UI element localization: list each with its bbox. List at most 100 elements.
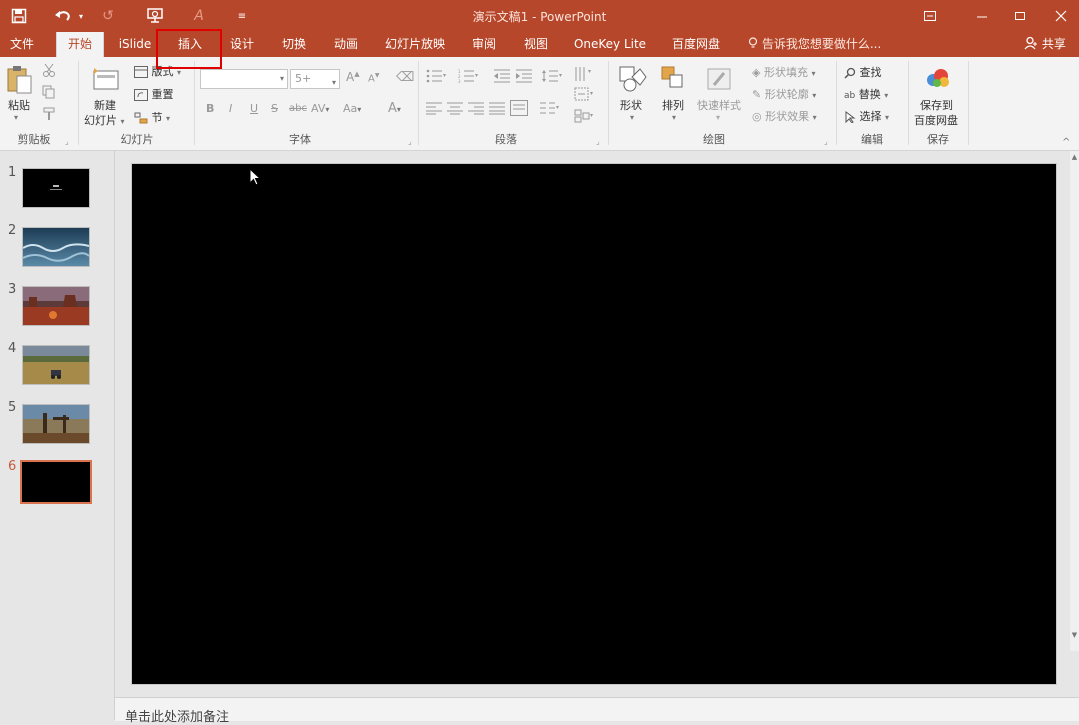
tab-islide[interactable]: iSlide [110, 32, 160, 57]
shape-outline-button[interactable]: ✎ 形状轮廓 ▾ [752, 86, 816, 102]
numbering-icon[interactable]: 1 2 3 ▾ [458, 69, 480, 83]
select-button[interactable]: 选择 ▾ [844, 108, 889, 124]
shape-fill-button[interactable]: ◈ 形状填充 ▾ [752, 64, 815, 80]
columns-icon[interactable]: ▾ [540, 101, 562, 115]
replace-dropdown-icon: ▾ [884, 91, 889, 100]
paste-icon[interactable] [6, 65, 34, 94]
align-left-icon[interactable] [426, 101, 442, 115]
clipboard-launcher-icon[interactable]: ⌟ [65, 137, 69, 146]
new-slide-label-2[interactable]: 幻灯片 ▾ [84, 112, 125, 128]
align-center-icon[interactable] [447, 101, 463, 115]
collapse-ribbon-icon[interactable]: ^ [1062, 137, 1070, 148]
cloud-save-icon[interactable] [924, 65, 952, 93]
tell-me-search[interactable]: 告诉我您想要做什么... [748, 32, 881, 57]
find-button[interactable]: 查找 [844, 64, 882, 80]
maximize-icon[interactable] [1002, 4, 1038, 28]
save-to-label-1[interactable]: 保存到 [920, 97, 953, 113]
change-case-button[interactable]: Aa▾ [343, 102, 361, 115]
cut-icon[interactable] [42, 63, 56, 80]
shapes-button[interactable]: 形状 [620, 97, 642, 113]
shape-effects-dropdown-icon: ▾ [812, 113, 817, 122]
justify-icon[interactable] [489, 101, 505, 115]
slide-thumbnail-1[interactable] [22, 168, 90, 208]
tab-view[interactable]: 视图 [514, 32, 558, 57]
distributed-icon[interactable] [510, 100, 528, 116]
align-right-icon[interactable] [468, 101, 484, 115]
tab-file[interactable]: 文件 [0, 32, 44, 57]
increase-font-icon[interactable]: A▲ [346, 70, 360, 84]
share-button[interactable]: 共享 [1024, 32, 1066, 57]
quick-styles-icon[interactable] [706, 65, 734, 93]
tab-design[interactable]: 设计 [220, 32, 264, 57]
new-slide-label-1[interactable]: 新建 [94, 97, 116, 113]
group-label-editing: 编辑 [861, 133, 883, 146]
paste-dropdown-icon[interactable]: ▾ [14, 113, 18, 122]
slide-thumbnail-pane[interactable]: 1 2 3 4 5 6 [0, 151, 115, 720]
shadow-button[interactable]: S [271, 102, 278, 115]
decrease-indent-icon[interactable] [494, 69, 510, 83]
tab-home[interactable]: 开始 [56, 32, 104, 57]
font-name-input[interactable]: ▾ [200, 69, 288, 89]
minimize-icon[interactable] [964, 4, 1000, 28]
text-direction-icon[interactable]: ▾ [574, 65, 596, 83]
font-size-value: 5+ [295, 72, 312, 85]
shape-effects-button[interactable]: ◎ 形状效果 ▾ [752, 108, 817, 124]
svg-text:▾: ▾ [443, 72, 446, 79]
save-to-label-2[interactable]: 百度网盘 [914, 112, 958, 128]
underline-button[interactable]: U [250, 102, 258, 115]
font-launcher-icon[interactable]: ⌟ [408, 137, 412, 146]
shapes-dropdown-icon[interactable]: ▾ [630, 113, 634, 122]
shapes-icon[interactable] [618, 65, 647, 93]
vertical-scrollbar[interactable]: ▲ ▼ [1070, 151, 1079, 651]
tab-transitions[interactable]: 切换 [272, 32, 316, 57]
align-text-icon[interactable]: ▾ [574, 87, 596, 101]
bold-button[interactable]: B [206, 102, 214, 115]
char-spacing-button[interactable]: AV▾ [311, 102, 329, 115]
tab-onekey-lite[interactable]: OneKey Lite [570, 32, 650, 57]
bullets-icon[interactable]: ▾ [426, 69, 448, 83]
slide-thumbnail-6[interactable] [20, 460, 92, 504]
quick-styles-button[interactable]: 快速样式 [697, 97, 741, 113]
tab-slideshow[interactable]: 幻灯片放映 [378, 32, 452, 57]
tab-animations[interactable]: 动画 [324, 32, 368, 57]
italic-button[interactable]: I [229, 102, 232, 115]
paste-button[interactable]: 粘贴 [8, 97, 30, 113]
arrange-icon[interactable] [660, 65, 688, 93]
slide-thumbnail-4[interactable] [22, 345, 90, 385]
slide-thumbnail-5[interactable] [22, 404, 90, 444]
format-painter-icon[interactable] [42, 107, 56, 124]
scroll-down-icon[interactable]: ▼ [1070, 631, 1079, 639]
font-color-button[interactable]: A▾ [388, 101, 401, 116]
select-dropdown-icon: ▾ [885, 113, 890, 122]
line-spacing-icon[interactable]: ▾ [542, 69, 564, 83]
ribbon-display-icon[interactable] [912, 4, 948, 28]
new-slide-icon[interactable] [92, 65, 120, 93]
slide-thumbnail-3[interactable] [22, 286, 90, 326]
slide-canvas[interactable] [131, 163, 1057, 685]
arrange-button[interactable]: 排列 [662, 97, 684, 113]
layout-icon [134, 65, 148, 78]
arrange-dropdown-icon[interactable]: ▾ [672, 113, 676, 122]
char-spacing-dropdown-icon: ▾ [325, 105, 330, 114]
paragraph-launcher-icon[interactable]: ⌟ [596, 137, 600, 146]
section-button[interactable]: 节 ▾ [134, 109, 170, 125]
group-divider [908, 61, 909, 145]
quick-styles-dropdown-icon[interactable]: ▾ [716, 113, 720, 122]
scroll-up-icon[interactable]: ▲ [1070, 153, 1079, 161]
strikethrough-button[interactable]: abc [289, 103, 307, 114]
clear-format-icon[interactable]: ⌫ [396, 70, 414, 85]
slide-thumbnail-2[interactable] [22, 227, 90, 267]
decrease-font-icon[interactable]: A▼ [368, 72, 379, 84]
reset-button[interactable]: 重置 [134, 86, 174, 102]
replace-button[interactable]: ab 替换 ▾ [844, 86, 888, 102]
copy-icon[interactable] [42, 85, 56, 102]
tab-baidu-netdisk[interactable]: 百度网盘 [664, 32, 728, 57]
close-icon[interactable] [1043, 4, 1079, 28]
drawing-launcher-icon[interactable]: ⌟ [824, 137, 828, 146]
tab-review[interactable]: 审阅 [462, 32, 506, 57]
increase-indent-icon[interactable] [516, 69, 532, 83]
notes-pane[interactable]: 单击此处添加备注 [115, 697, 1079, 725]
font-size-input[interactable]: 5+ ▾ [290, 69, 340, 89]
group-label-drawing: 绘图 [703, 133, 725, 146]
smartart-icon[interactable]: ▾ [574, 109, 596, 123]
